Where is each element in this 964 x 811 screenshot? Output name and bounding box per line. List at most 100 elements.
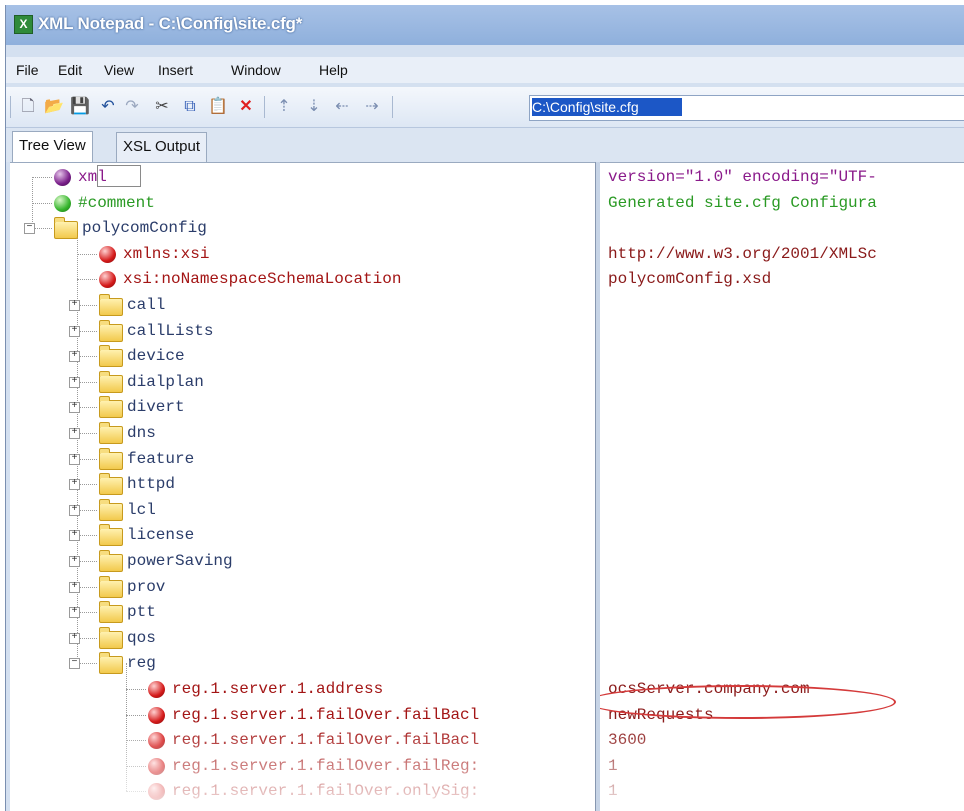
values-pane[interactable]: version="1.0" encoding="UTF- Generated si… [600,162,964,811]
tree-pane[interactable]: xml #comment − polycomConfig xmlns:xsi xsi:no… [10,162,595,811]
collapse-icon[interactable]: − [24,223,35,235]
tree-node-label: call [127,296,166,314]
nudge-down-icon[interactable]: ⇣ [304,97,324,117]
location-box[interactable] [529,95,964,121]
tree-node[interactable]: + call [10,293,595,317]
attribute-icon [99,271,116,289]
delete-icon[interactable]: ✕ [236,97,256,117]
highlight-annotation-oval [600,685,896,719]
undo-icon[interactable]: ↶ [98,97,118,117]
tree-node-label: dns [127,424,156,442]
tree-node-label: license [127,526,195,545]
node-value[interactable]: polycomConfig.xsd [608,267,771,291]
cut-icon[interactable]: ✂ [152,97,172,117]
tree-node-label: lcl [127,500,156,519]
tree-node[interactable]: + lcl [10,498,595,522]
tree-node-label: reg [127,654,156,673]
expand-icon[interactable]: + [69,428,80,439]
menu-edit[interactable]: Edit [58,62,82,78]
tree-node[interactable]: + feature [10,447,595,471]
expand-icon[interactable]: + [69,351,80,363]
nudge-right-icon[interactable]: ⇢ [362,97,382,117]
node-value[interactable]: http://www.w3.org/2001/XMLSc [608,242,877,266]
tree-node[interactable]: #comment [10,191,595,215]
expand-icon[interactable]: + [69,479,80,491]
element-folder-icon [99,447,123,470]
expand-icon[interactable]: + [69,556,80,567]
tree-node[interactable]: xsi:noNamespaceSchemaLocation [10,267,595,291]
tree-node-label: callLists [127,321,214,340]
tree-node[interactable]: reg.1.server.1.failOver.failReg: [10,754,595,778]
expand-icon[interactable]: + [69,402,80,414]
element-folder-icon [99,498,123,521]
element-folder-icon [99,422,123,444]
tree-node-label: divert [127,398,185,417]
node-value[interactable]: 1 [608,754,618,778]
element-folder-icon [99,626,123,649]
right-fade [905,163,964,811]
new-file-icon[interactable]: 🗋 [18,97,38,117]
element-folder-icon [99,524,123,547]
nudge-left-icon[interactable]: ⇠ [332,97,352,117]
save-icon[interactable]: 💾 [70,97,90,117]
tab-xsl-output[interactable]: XSL Output [116,132,207,163]
redo-icon[interactable]: ↷ [122,97,142,117]
tree-node[interactable]: + prov [10,575,595,599]
expand-icon[interactable]: + [69,607,80,619]
tree-node[interactable]: xmlns:xsi [10,242,595,266]
element-folder-icon [99,345,123,368]
node-value[interactable]: Generated site.cfg Configura [608,191,877,215]
tree-node[interactable]: + divert [10,395,595,419]
file-path-input[interactable] [532,98,932,116]
element-folder-icon [99,550,123,572]
element-folder-icon [99,294,123,316]
tree-node[interactable]: + license [10,523,595,547]
element-folder-icon [99,652,123,675]
tree-node[interactable]: reg.1.server.1.failOver.failBacl [10,728,595,752]
tree-node-label: dialplan [127,372,204,391]
menu-file[interactable]: File [16,62,39,78]
menu-view[interactable]: View [104,62,134,78]
tree-node-label: polycomConfig [82,219,207,238]
tree-node[interactable]: + httpd [10,472,595,496]
tree-node[interactable]: reg.1.server.1.address [10,677,595,701]
tree-node-label: xmlns:xsi [123,244,210,263]
tree-node[interactable]: + callLists [10,319,595,343]
tree-node[interactable]: + qos [10,626,595,650]
tree-node[interactable]: + dialplan [10,370,595,394]
tree-node[interactable]: reg.1.server.1.failOver.onlySig: [10,779,595,803]
nudge-up-icon[interactable]: ⇡ [274,97,294,117]
node-value[interactable]: 3600 [608,728,646,752]
expand-icon[interactable]: + [69,530,80,542]
menu-help[interactable]: Help [319,62,348,78]
tree-node[interactable]: − reg [10,651,595,675]
toolbar-grip [10,96,11,118]
tree-node[interactable]: + device [10,344,595,368]
tree-node[interactable]: + ptt [10,600,595,624]
menu-insert[interactable]: Insert [158,62,193,78]
collapse-icon[interactable]: − [69,658,80,670]
expand-icon[interactable]: + [69,632,80,644]
paste-icon[interactable]: 📋 [208,97,228,117]
tree-node[interactable]: + powerSaving [10,549,595,573]
element-folder-icon [54,217,78,240]
tree-node[interactable]: + dns [10,421,595,445]
expand-icon[interactable]: + [69,376,80,388]
comment-icon [54,194,71,212]
tree-node[interactable]: − polycomConfig [10,216,595,240]
menu-window[interactable]: Window [231,62,281,78]
window-title: XML Notepad - C:\Config\site.cfg* [38,14,303,33]
open-folder-icon[interactable]: 📂 [44,97,64,117]
tree-node-label: qos [127,628,156,647]
node-value[interactable]: 1 [608,779,618,803]
expand-icon[interactable]: + [69,300,80,311]
tab-tree-view[interactable]: Tree View [12,131,93,163]
expand-icon[interactable]: + [69,504,80,516]
expand-icon[interactable]: + [69,453,80,465]
tree-node[interactable]: reg.1.server.1.failOver.failBacl [10,703,595,727]
expand-icon[interactable]: + [69,325,80,337]
node-value[interactable]: version="1.0" encoding="UTF- [608,165,877,189]
copy-icon[interactable]: ⧉ [180,97,200,117]
tab-strip: Tree View XSL Output [6,128,964,163]
expand-icon[interactable]: + [69,581,80,593]
